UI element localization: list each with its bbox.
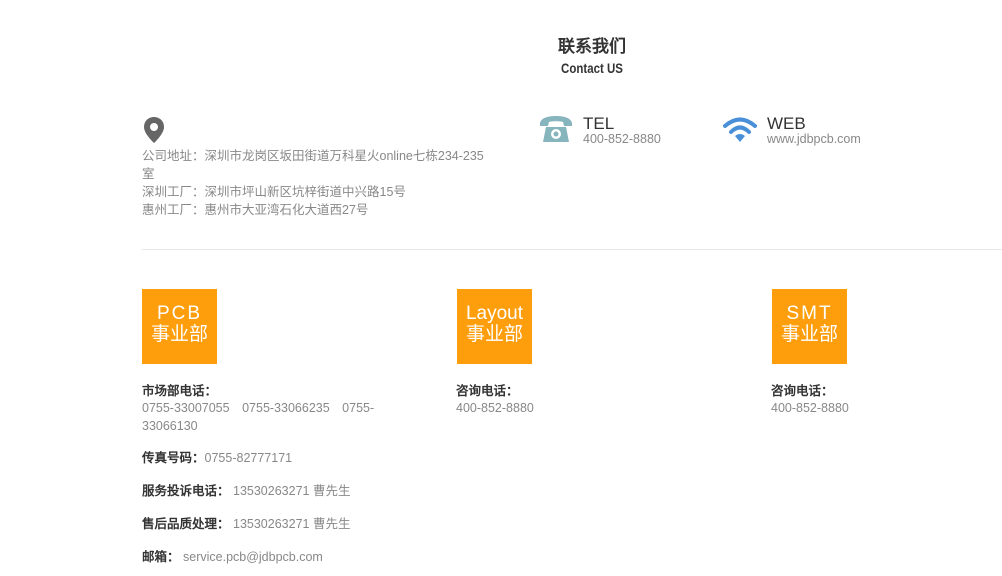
wifi-icon — [723, 116, 757, 144]
consult-value[interactable]: 400-852-8880 — [456, 399, 534, 417]
market-phone-value[interactable]: 0755-33007055 0755-33066235 0755-3306613… — [142, 399, 387, 435]
section-divider — [142, 249, 1002, 250]
telephone-icon — [538, 114, 574, 144]
consult-label: 咨询电话： — [456, 384, 519, 398]
consult-label: 咨询电话： — [771, 384, 834, 398]
contact-page: 联系我们 Contact US 公司地址：深圳市龙岗区坂田街道万科星火onlin… — [0, 0, 1002, 576]
email-label: 邮箱： — [142, 550, 180, 564]
badge-subtitle: 事业部 — [150, 324, 208, 345]
complaint-label: 服务投诉电话： — [142, 484, 230, 498]
badge-subtitle: 事业部 — [780, 324, 838, 345]
pcb-market-phones: 市场部电话： 0755-33007055 0755-33066235 0755-… — [142, 380, 387, 435]
location-pin-icon — [142, 116, 166, 144]
badge-subtitle: 事业部 — [465, 324, 523, 345]
fax-label: 传真号码： — [142, 451, 205, 465]
layout-division-badge: Layout 事业部 — [457, 289, 532, 364]
aftersales-value[interactable]: 13530263271 曹先生 — [233, 517, 350, 531]
address-huizhou-factory: 惠州工厂：惠州市大亚湾石化大道西27号 — [142, 203, 369, 217]
address-list: 公司地址：深圳市龙岗区坂田街道万科星火online七栋234-235室 深圳工厂… — [142, 147, 487, 219]
layout-consult: 咨询电话： 400-852-8880 — [456, 380, 534, 417]
pcb-complaint: 服务投诉电话： 13530263271 曹先生 — [142, 482, 350, 500]
pcb-fax: 传真号码：0755-82777171 — [142, 449, 292, 467]
pcb-aftersales: 售后品质处理： 13530263271 曹先生 — [142, 515, 350, 533]
badge-title: Layout — [465, 303, 524, 324]
address-office: 公司地址：深圳市龙岗区坂田街道万科星火online七栋234-235室 — [142, 149, 484, 181]
tel-number[interactable]: 400-852-8880 — [583, 132, 661, 146]
market-phone-label: 市场部电话： — [142, 384, 218, 398]
fax-value: 0755-82777171 — [204, 451, 293, 465]
pcb-division-badge: PCB 事业部 — [142, 289, 217, 364]
aftersales-label: 售后品质处理： — [142, 517, 230, 531]
pcb-email: 邮箱： service.pcb@jdbpcb.com — [142, 548, 323, 566]
badge-title: SMT — [786, 303, 833, 324]
web-label: WEB — [767, 114, 806, 133]
website-link[interactable]: www.jdbpcb.com — [767, 132, 861, 146]
email-link[interactable]: service.pcb@jdbpcb.com — [183, 550, 323, 564]
badge-title: PCB — [156, 303, 203, 324]
smt-division-badge: SMT 事业部 — [772, 289, 847, 364]
address-shenzhen-factory: 深圳工厂：深圳市坪山新区坑梓街道中兴路15号 — [142, 185, 406, 199]
consult-value[interactable]: 400-852-8880 — [771, 399, 849, 417]
page-subtitle: Contact US — [561, 60, 623, 76]
tel-label: TEL — [583, 114, 615, 133]
smt-consult: 咨询电话： 400-852-8880 — [771, 380, 849, 417]
page-title: 联系我们 — [558, 37, 626, 56]
complaint-value[interactable]: 13530263271 曹先生 — [233, 484, 350, 498]
